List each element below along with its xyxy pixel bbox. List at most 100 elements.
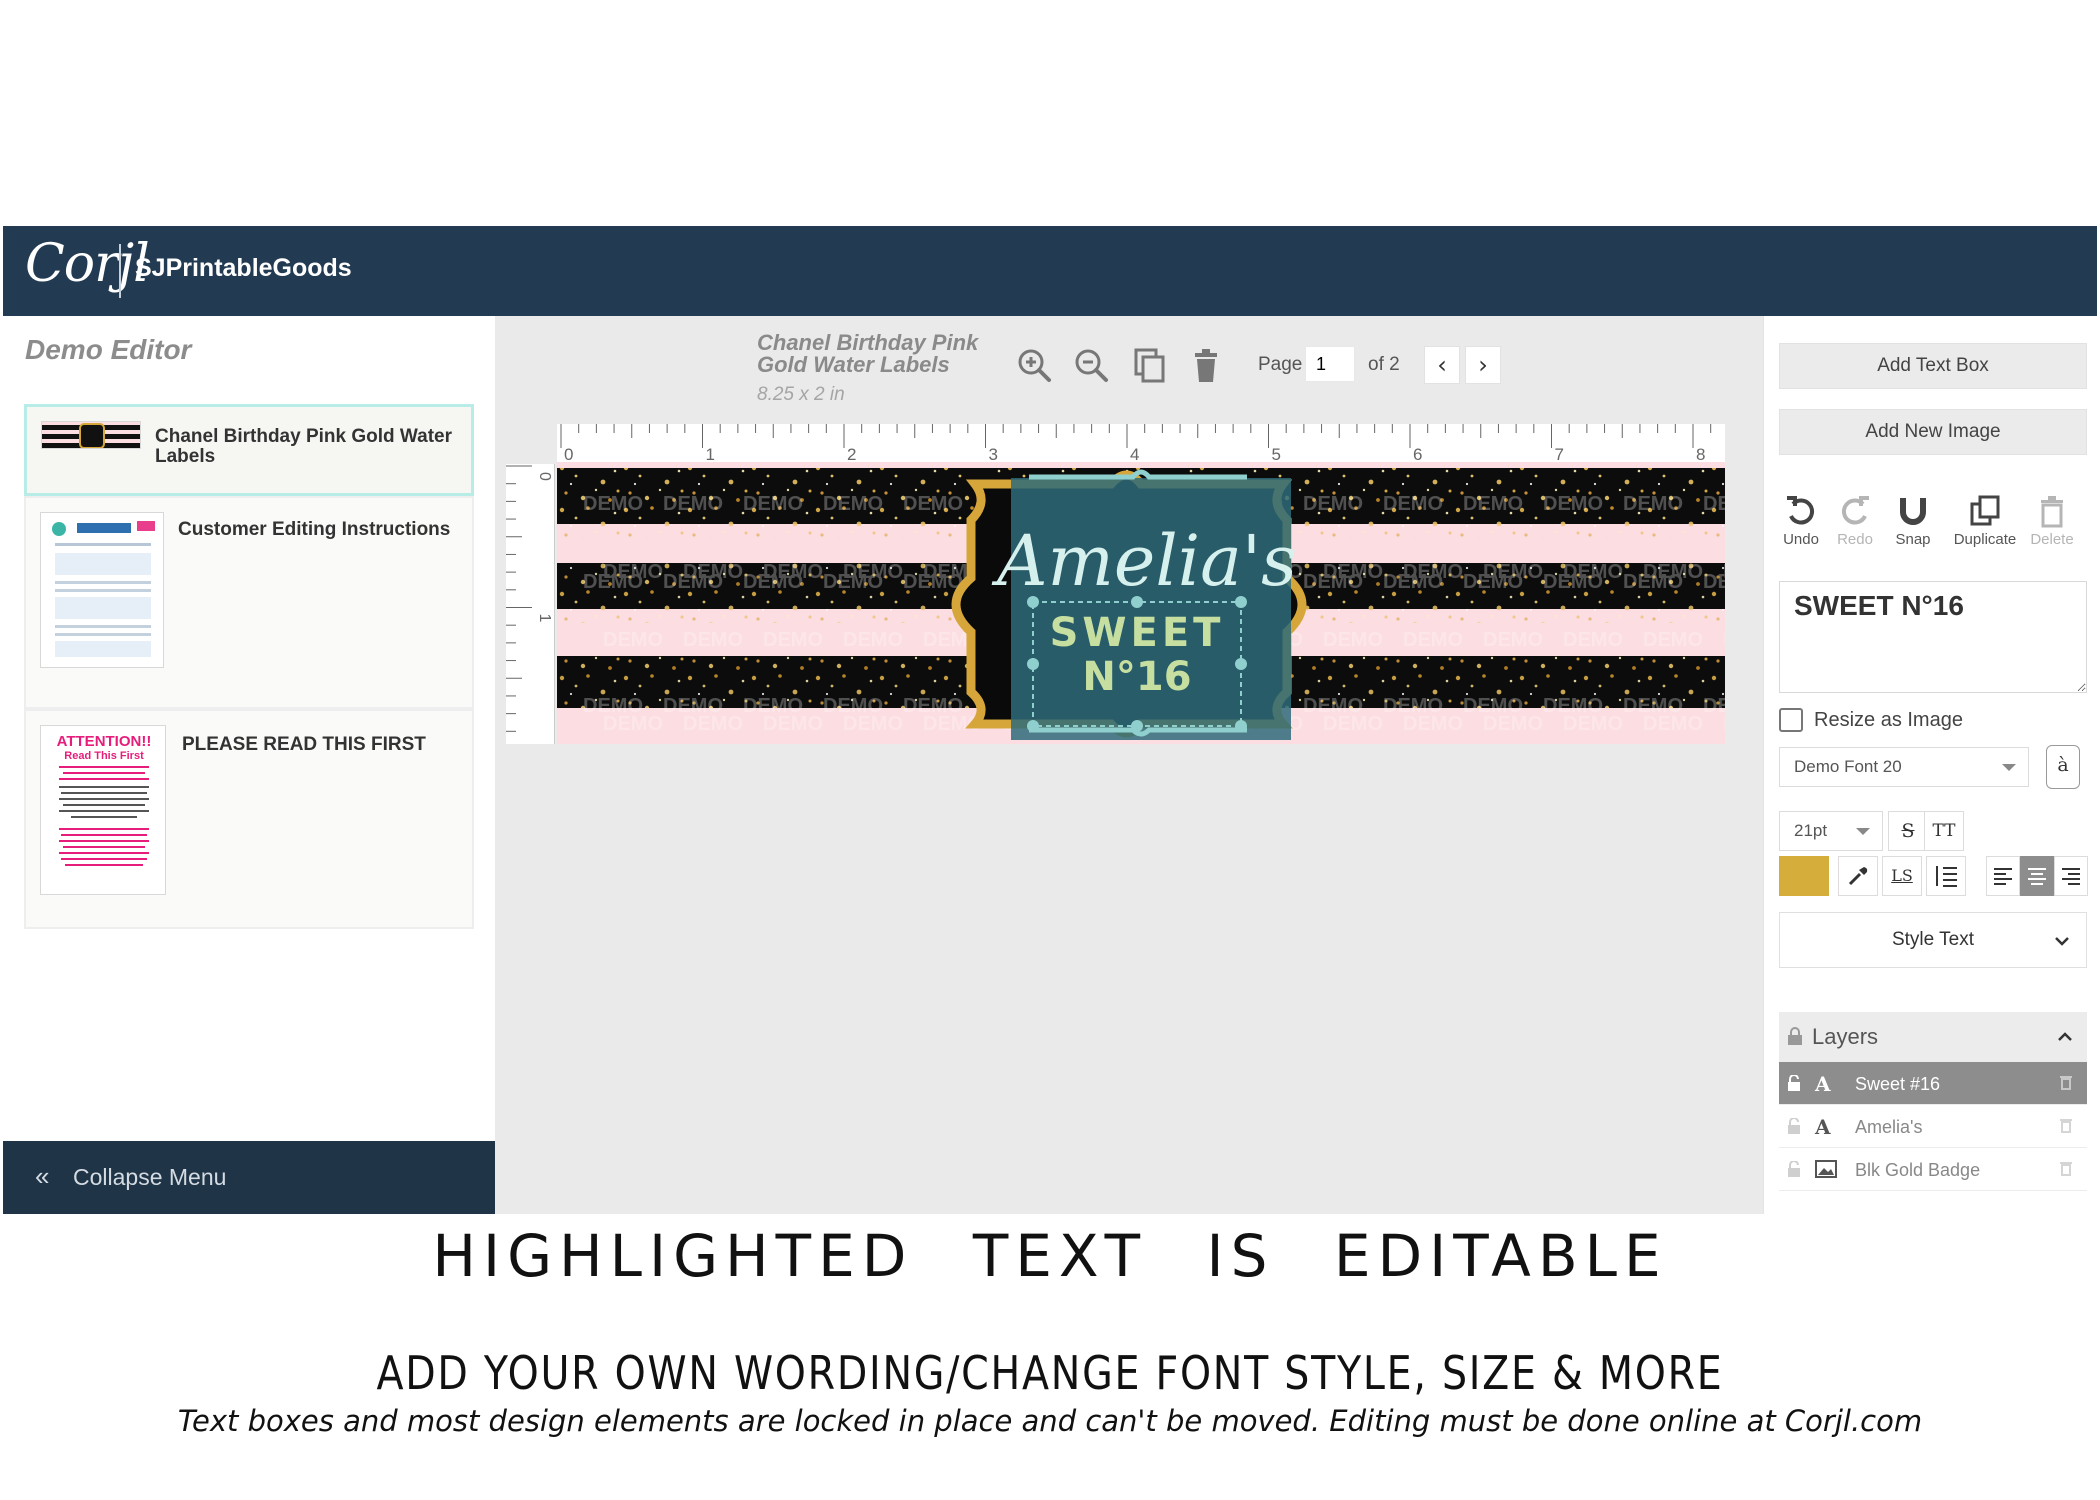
zoom-out-icon[interactable] [1072, 346, 1112, 386]
demo-watermark: DEMO [663, 571, 723, 593]
page-card-instructions[interactable]: Customer Editing Instructions [24, 496, 474, 709]
layers-header[interactable]: Layers [1779, 1012, 2087, 1062]
properties-panel: Add Text Box Add New Image Undo Redo Sna… [1763, 316, 2098, 1214]
line-height-icon[interactable] [1926, 856, 1966, 896]
label-design[interactable]: DEMO DEMO DEMO DEMO DEMO DEMO DEMO DEMO DEMO DEMO… [557, 462, 1725, 744]
ruler-tick-label: 3 [989, 445, 998, 462]
layer-item[interactable]: A Sweet #16 [1779, 1062, 2087, 1105]
style-text-dropdown[interactable]: Style Text [1779, 912, 2087, 968]
collapse-menu-label: Collapse Menu [73, 1164, 227, 1190]
next-page-button[interactable]: › [1465, 346, 1501, 384]
chevron-up-icon [2058, 1032, 2072, 1041]
demo-watermark: DEMO [1723, 713, 1725, 735]
add-new-image-button[interactable]: Add New Image [1779, 409, 2087, 455]
trash-icon[interactable] [1187, 346, 1227, 386]
demo-watermark: DEMO [1623, 571, 1683, 593]
align-center-icon[interactable] [2020, 856, 2054, 896]
layer-item[interactable]: A Amelia's [1779, 1105, 2087, 1148]
layer-item[interactable]: Blk Gold Badge [1779, 1148, 2087, 1191]
special-characters-icon[interactable]: à [2046, 745, 2080, 789]
corjl-logo[interactable]: Corjl [25, 234, 150, 294]
page-card-water-labels[interactable]: Chanel Birthday Pink Gold Water Labels [24, 404, 474, 496]
undo-button[interactable]: Undo [1776, 494, 1826, 548]
page-count: of 2 [1368, 354, 1400, 375]
demo-watermark: DEMO [1643, 629, 1703, 651]
ruler-tick-label: 2 [847, 445, 856, 462]
page-number-input[interactable] [1305, 346, 1355, 382]
add-text-box-button[interactable]: Add Text Box [1779, 343, 2087, 389]
layer-name: Amelia's [1855, 1117, 1923, 1137]
page-thumbnail [40, 512, 164, 668]
ruler-tick-label: 8 [1696, 445, 1705, 462]
shop-name: SJPrintableGoods [135, 254, 352, 282]
letter-spacing-icon[interactable]: LS [1882, 856, 1922, 896]
eyedropper-icon[interactable] [1838, 856, 1878, 896]
redo-button[interactable]: Redo [1830, 494, 1880, 548]
layer-name: Blk Gold Badge [1855, 1160, 1981, 1180]
trash-icon[interactable] [2059, 1074, 2073, 1090]
align-right-icon[interactable] [2054, 856, 2088, 896]
demo-watermark: DEMO [1483, 629, 1543, 651]
page-card-read-first[interactable]: ATTENTION!! Read This First PLEASE READ … [24, 709, 474, 929]
trash-icon[interactable] [2059, 1117, 2073, 1133]
snap-button[interactable]: Snap [1888, 494, 1938, 548]
unlock-icon[interactable] [1787, 1118, 1801, 1134]
previous-page-button[interactable]: ‹ [1424, 346, 1460, 384]
text-content-field[interactable]: SWEET N°16 [1779, 581, 2087, 693]
demo-watermark: DEMO [1463, 493, 1523, 515]
demo-watermark: DEMO [1723, 629, 1725, 651]
demo-watermark: DEMO [683, 629, 743, 651]
demo-watermark: DEMO [1483, 713, 1543, 735]
headline-caption: HIGHLIGHTED TEXT IS EDITABLE [432, 1222, 1668, 1290]
copy-page-icon[interactable] [1130, 346, 1170, 386]
strikethrough-icon[interactable]: S [1888, 811, 1928, 851]
delete-button[interactable]: Delete [2026, 494, 2078, 548]
trash-icon[interactable] [2059, 1160, 2073, 1176]
font-select[interactable]: Demo Font 20 [1779, 747, 2029, 787]
demo-watermark: DEMO [663, 493, 723, 515]
demo-watermark: DEMO [603, 713, 663, 735]
subline-caption: ADD YOUR OWN WORDING/CHANGE FONT STYLE, … [376, 1346, 1724, 1400]
unlock-icon[interactable] [1787, 1075, 1801, 1091]
demo-watermark: DEMO [1563, 629, 1623, 651]
text-color-swatch[interactable] [1779, 856, 1829, 896]
demo-watermark: DEMO [1303, 493, 1363, 515]
uppercase-icon[interactable]: TT [1924, 811, 1964, 851]
delete-label: Delete [2030, 531, 2074, 548]
ruler-tick-label: 4 [1130, 445, 1139, 462]
sweet-text[interactable]: SWEET [1050, 610, 1225, 656]
demo-watermark: DEMO [603, 629, 663, 651]
demo-watermark: DEMO [823, 493, 883, 515]
font-size-select[interactable]: 21pt [1779, 811, 1883, 851]
chevron-down-icon [2002, 764, 2016, 771]
name-text[interactable]: Amelia's [991, 520, 1297, 602]
zoom-in-icon[interactable] [1015, 346, 1055, 386]
demo-watermark: DEMO [1703, 571, 1725, 593]
magnet-icon [1900, 498, 1926, 525]
text-layer-icon: A [1815, 1115, 1831, 1139]
ruler-tick-label: 6 [1413, 445, 1422, 462]
demo-watermark: DEMO [843, 629, 903, 651]
duplicate-button[interactable]: Duplicate [1948, 494, 2022, 548]
demo-watermark: DEMO [843, 713, 903, 735]
collapse-menu-button[interactable]: « Collapse Menu [3, 1141, 495, 1214]
layer-name: Sweet #16 [1855, 1074, 1941, 1094]
align-left-icon[interactable] [1986, 856, 2020, 896]
duplicate-icon [1970, 495, 2000, 526]
chevron-left-icon: ‹ [1437, 351, 1447, 379]
resize-as-image-checkbox[interactable] [1779, 708, 1803, 732]
demo-watermark: DEMO [1703, 695, 1725, 717]
demo-watermark: DEMO [903, 493, 963, 515]
style-text-label: Style Text [1891, 929, 1975, 950]
layers-title: Layers [1812, 1024, 1879, 1049]
sidebar-title: Demo Editor [25, 334, 192, 365]
unlock-icon[interactable] [1787, 1161, 1801, 1177]
demo-watermark: DEMO [1703, 493, 1725, 515]
note-caption: Text boxes and most design elements are … [177, 1404, 1923, 1438]
chevron-right-icon: › [1478, 351, 1488, 379]
demo-watermark: DEMO [1643, 713, 1703, 735]
number-text[interactable]: N°16 [1082, 654, 1191, 700]
double-chevron-left-icon: « [35, 1161, 50, 1191]
pages-sidebar: Demo Editor Chanel Birthday Pink Gold Wa… [3, 316, 495, 1214]
demo-watermark: DEMO [1403, 629, 1463, 651]
